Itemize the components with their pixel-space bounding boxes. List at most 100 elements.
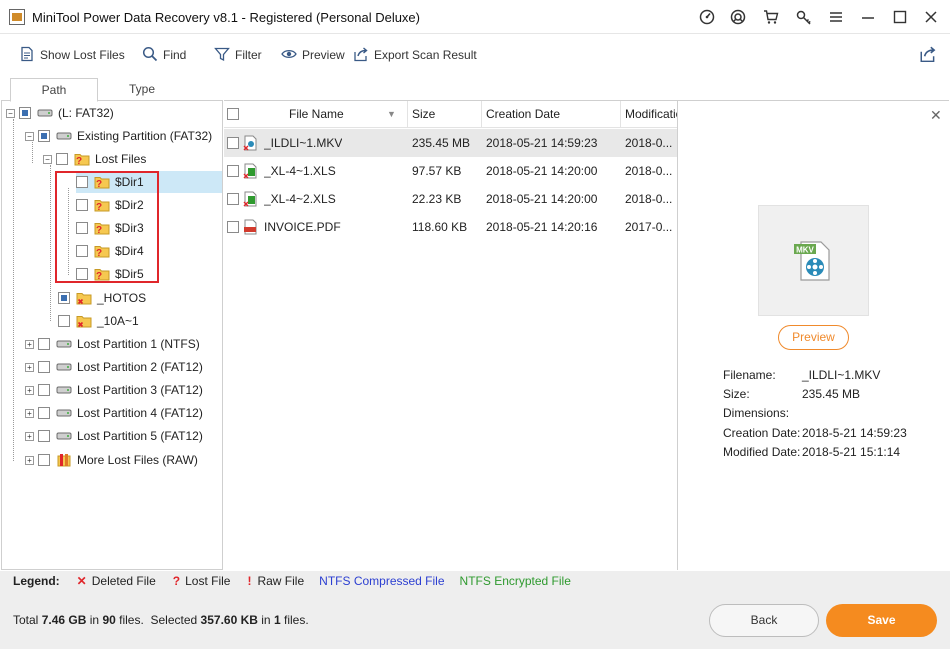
file-row[interactable]: _ILDLI~1.MKV 235.45 MB 2018-05-21 14:59:… [224,129,677,157]
file-row[interactable]: INVOICE.PDF 118.60 KB 2018-05-21 14:20:1… [224,213,677,241]
checkbox[interactable] [76,268,88,280]
collapse-icon[interactable]: − [25,131,34,141]
column-modification[interactable]: Modificatio [621,101,677,128]
checkbox[interactable] [58,315,70,327]
tree-drive[interactable]: − (L: FAT32) [6,102,114,124]
tree-lost-partition[interactable]: + Lost Partition 1 (NTFS) [25,333,200,355]
tree-lost-files[interactable]: − ? Lost Files [43,148,146,170]
expand-icon[interactable]: + [25,385,34,395]
shopping-cart-icon[interactable] [760,6,782,28]
checkbox[interactable] [76,199,88,211]
lost-folder-icon: ? [94,243,110,259]
column-size[interactable]: Size [408,101,482,128]
file-row[interactable]: _XL-4~1.XLS 97.57 KB 2018-05-21 14:20:00… [224,157,677,185]
find-button[interactable]: Find [142,45,186,65]
info-modified-label: Modified Date: [723,445,801,459]
maximize-icon[interactable] [889,6,911,28]
info-size-value: 235.45 MB [802,387,861,401]
checkbox[interactable] [38,130,50,142]
column-file-name[interactable]: File Name ▼ [224,101,408,128]
files-text: files. [283,613,309,627]
export-share-icon[interactable] [919,45,937,63]
title-bar: MiniTool Power Data Recovery v8.1 - Regi… [0,0,950,34]
view-tabs: Path Type [0,76,224,102]
mkv-file-icon [243,135,259,154]
selected-files: 1 [273,613,281,627]
support-lifebuoy-icon[interactable] [727,6,749,28]
checkbox[interactable] [38,384,50,396]
svg-text:?: ? [96,248,102,259]
save-button[interactable]: Save [826,604,937,637]
tree-more-lost-files-label: More Lost Files (RAW) [77,453,198,467]
tab-type[interactable]: Type [98,78,186,102]
tree-dir-label: $Dir2 [115,198,144,212]
filter-button[interactable]: Filter [214,45,262,65]
tree-more-lost-files[interactable]: + More Lost Files (RAW) [25,449,198,471]
preview-toolbar-button[interactable]: Preview [281,45,345,65]
info-filename-value: _ILDLI~1.MKV [802,368,881,382]
legend-ntfs-compressed: NTFS Compressed File [319,574,445,588]
checkbox[interactable] [38,407,50,419]
close-window-icon[interactable] [920,6,942,28]
export-scan-result-button[interactable]: Export Scan Result [353,45,477,65]
tree-dir[interactable]: ? $Dir1 [76,171,222,193]
back-button[interactable]: Back [709,604,819,637]
checkbox[interactable] [38,454,50,466]
column-creation-date[interactable]: Creation Date [482,101,621,128]
file-created: 2018-05-21 14:20:00 [486,192,598,206]
checkbox[interactable] [76,245,88,257]
total-files: 90 [102,613,116,627]
file-list: File Name ▼ Size Creation Date Modificat… [224,100,678,570]
tab-path[interactable]: Path [10,78,98,102]
lost-folder-icon: ? [94,220,110,236]
checkbox[interactable] [58,292,70,304]
expand-icon[interactable]: + [25,431,34,441]
svg-text:?: ? [96,179,102,190]
checkbox[interactable] [227,221,239,233]
menu-icon[interactable] [825,6,847,28]
checkbox[interactable] [76,176,88,188]
tree-lost-partition-label: Lost Partition 3 (FAT12) [77,383,203,397]
expand-icon[interactable]: + [25,455,34,465]
tree-dir[interactable]: ? $Dir5 [76,263,144,285]
xls-file-icon [243,163,259,182]
checkbox[interactable] [227,137,239,149]
speedometer-icon[interactable] [696,6,718,28]
expand-icon[interactable]: + [25,408,34,418]
drive-icon [56,359,72,375]
tree-lost-partition[interactable]: + Lost Partition 3 (FAT12) [25,379,203,401]
show-lost-files-button[interactable]: Show Lost Files [19,45,125,65]
key-icon[interactable] [793,6,815,28]
tree-folder-hotos[interactable]: _HOTOS [58,287,146,309]
collapse-icon[interactable]: − [6,108,15,118]
checkbox[interactable] [76,222,88,234]
svg-text:?: ? [96,271,102,282]
tree-lost-partition[interactable]: + Lost Partition 5 (FAT12) [25,425,203,447]
checkbox[interactable] [56,153,68,165]
svg-text:?: ? [96,225,102,236]
expand-icon[interactable]: + [25,339,34,349]
tree-folder-10a[interactable]: _10A~1 [58,310,139,332]
checkbox[interactable] [227,165,239,177]
tree-dir[interactable]: ? $Dir3 [76,217,144,239]
tree-existing-partition[interactable]: − Existing Partition (FAT32) [25,125,212,147]
checkbox[interactable] [38,338,50,350]
file-row[interactable]: _XL-4~2.XLS 22.23 KB 2018-05-21 14:20:00… [224,185,677,213]
file-list-header: File Name ▼ Size Creation Date Modificat… [224,101,677,128]
tree-dir[interactable]: ? $Dir2 [76,194,144,216]
tree-lost-partition[interactable]: + Lost Partition 2 (FAT12) [25,356,203,378]
preview-button[interactable]: Preview [778,325,849,350]
select-all-checkbox[interactable] [227,108,239,120]
checkbox[interactable] [227,193,239,205]
column-file-name-label: File Name [289,107,344,121]
collapse-icon[interactable]: − [43,154,52,164]
info-dimensions-label: Dimensions: [723,406,790,420]
close-preview-icon[interactable]: ✕ [930,107,942,124]
expand-icon[interactable]: + [25,362,34,372]
checkbox[interactable] [38,430,50,442]
minimize-icon[interactable] [857,6,879,28]
checkbox[interactable] [38,361,50,373]
checkbox[interactable] [19,107,31,119]
tree-dir[interactable]: ? $Dir4 [76,240,144,262]
tree-lost-partition[interactable]: + Lost Partition 4 (FAT12) [25,402,203,424]
